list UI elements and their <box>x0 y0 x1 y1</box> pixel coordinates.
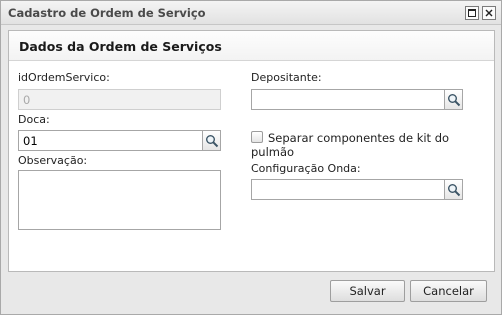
doca-input[interactable]: 01 <box>18 130 205 151</box>
doca-search-button[interactable] <box>202 130 221 151</box>
title-bar[interactable]: Cadastro de Ordem de Serviço <box>1 1 501 25</box>
id-ordem-servico-field: 0 <box>18 89 221 110</box>
configuracao-onda-label: Configuração Onda: <box>251 162 361 175</box>
cancel-button[interactable]: Cancelar <box>410 280 487 302</box>
magnifier-icon <box>448 94 461 107</box>
magnifier-icon <box>206 135 219 148</box>
form-panel: Dados da Ordem de Serviços idOrdemServic… <box>8 30 495 272</box>
depositante-input[interactable] <box>251 89 446 110</box>
close-icon <box>485 9 493 17</box>
maximize-button[interactable] <box>465 6 479 20</box>
depositante-search-button[interactable] <box>444 89 463 110</box>
separar-componentes-checkbox[interactable] <box>251 131 263 143</box>
configuracao-onda-input[interactable] <box>251 179 446 200</box>
observacao-textarea[interactable] <box>18 170 221 230</box>
close-button[interactable] <box>482 6 496 20</box>
doca-label: Doca: <box>18 113 50 126</box>
observacao-label: Observação: <box>18 154 88 167</box>
panel-title: Dados da Ordem de Serviços <box>19 39 222 54</box>
separar-componentes-label-line1: Separar componentes de kit do <box>268 131 450 145</box>
panel-header: Dados da Ordem de Serviços <box>9 31 494 61</box>
configuracao-onda-search-button[interactable] <box>444 179 463 200</box>
magnifier-icon <box>448 184 461 197</box>
depositante-label: Depositante: <box>251 71 322 84</box>
id-ordem-servico-label: idOrdemServico: <box>18 71 110 84</box>
maximize-icon <box>468 9 476 17</box>
save-button[interactable]: Salvar <box>330 280 405 302</box>
dialog-window: Cadastro de Ordem de Serviço Dados da Or… <box>0 0 502 315</box>
window-title: Cadastro de Ordem de Serviço <box>8 6 206 20</box>
separar-componentes-label-line2: pulmão <box>251 145 295 159</box>
